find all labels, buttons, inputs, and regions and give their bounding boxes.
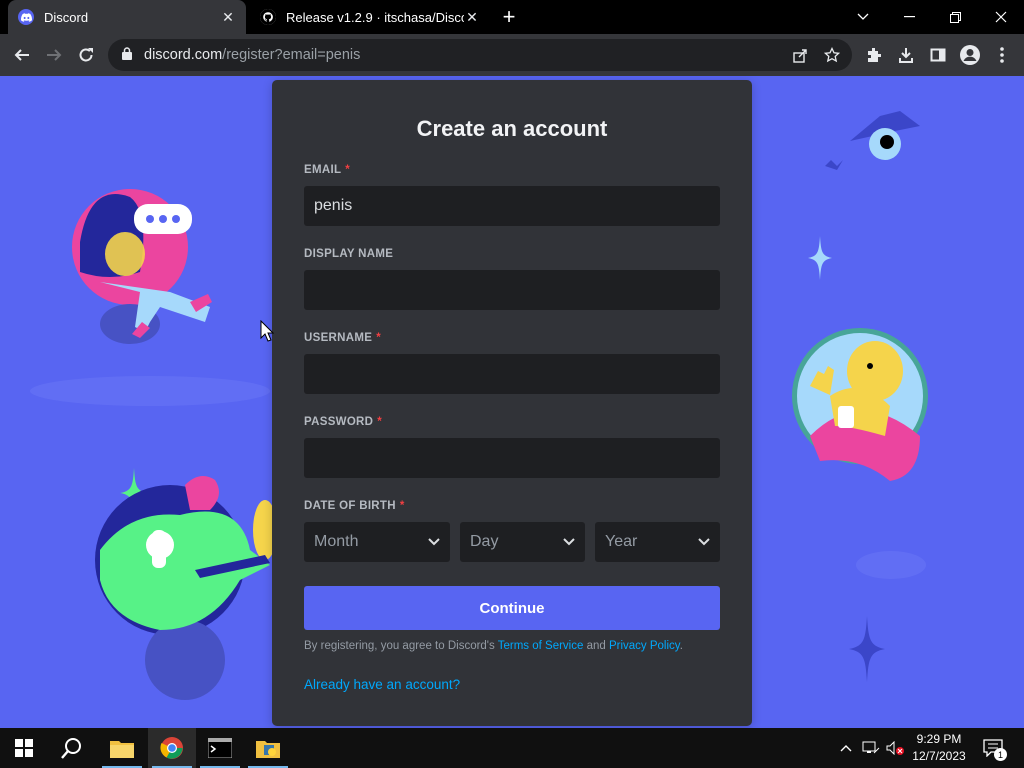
- required-mark: *: [376, 332, 381, 344]
- waving-character-illustration-icon: [792, 328, 928, 481]
- extensions-icon[interactable]: [860, 41, 888, 69]
- clock-date: 12/7/2023: [912, 749, 966, 763]
- tab-search-icon[interactable]: [840, 0, 886, 34]
- share-icon[interactable]: [786, 39, 814, 71]
- url-host: discord.com: [144, 47, 223, 63]
- legal-and: and: [583, 640, 609, 652]
- star-icon[interactable]: [818, 39, 846, 71]
- password-label: PASSWORD *: [304, 416, 382, 428]
- profile-icon[interactable]: [956, 41, 984, 69]
- volume-muted-icon[interactable]: [884, 728, 906, 768]
- restore-icon[interactable]: [932, 0, 978, 34]
- sparkle-icon: [849, 616, 885, 682]
- cloud-decoration: [856, 551, 926, 579]
- display-name-field[interactable]: [304, 270, 720, 310]
- terms-of-service-link[interactable]: Terms of Service: [498, 640, 584, 652]
- continue-button[interactable]: Continue: [304, 586, 720, 630]
- flying-creature-icon: [825, 111, 920, 170]
- person-illustration-icon: [72, 189, 212, 344]
- mouse-cursor-icon: [260, 320, 274, 342]
- system-clock[interactable]: 9:29 PM 12/7/2023: [906, 731, 972, 765]
- side-panel-icon[interactable]: [924, 41, 952, 69]
- required-mark: *: [345, 164, 351, 176]
- github-favicon-icon: [260, 9, 276, 25]
- chevron-down-icon: [563, 538, 575, 546]
- green-creature-illustration-icon: [95, 476, 277, 700]
- address-bar[interactable]: discord.com/register?email=penis: [108, 39, 852, 71]
- chrome-icon[interactable]: [148, 728, 196, 768]
- menu-icon[interactable]: [988, 41, 1016, 69]
- privacy-policy-link[interactable]: Privacy Policy: [609, 640, 680, 652]
- browser-tab-strip: Discord ✕ Release v1.2.9 · itschasa/Disc…: [0, 0, 1024, 34]
- tab-title: Release v1.2.9 · itschasa/Discord: [286, 9, 464, 25]
- email-label: EMAIL *: [304, 164, 350, 176]
- discord-register-page: Create an account EMAIL * penis DISPLAY N…: [0, 76, 1024, 728]
- cloud-decoration: [30, 376, 270, 406]
- password-label-text: PASSWORD: [304, 416, 374, 428]
- back-icon[interactable]: [8, 41, 36, 69]
- login-link[interactable]: Already have an account?: [304, 677, 460, 692]
- notification-count-badge: 1: [994, 748, 1007, 761]
- username-label: USERNAME *: [304, 332, 381, 344]
- file-explorer-icon[interactable]: [98, 728, 146, 768]
- chevron-down-icon: [698, 538, 710, 546]
- required-mark: *: [377, 416, 383, 428]
- legal-prefix: By registering, you agree to Discord's: [304, 640, 498, 652]
- tab-github-release[interactable]: Release v1.2.9 · itschasa/Discord ✕: [250, 0, 490, 34]
- reload-icon[interactable]: [72, 41, 100, 69]
- legal-suffix: .: [679, 640, 683, 652]
- password-field[interactable]: [304, 438, 720, 478]
- clock-time: 9:29 PM: [916, 732, 962, 746]
- register-card: Create an account EMAIL * penis DISPLAY N…: [272, 80, 752, 726]
- network-icon[interactable]: [860, 728, 882, 768]
- day-select[interactable]: Day: [460, 522, 585, 562]
- tab-discord[interactable]: Discord ✕: [8, 0, 246, 34]
- close-tab-icon[interactable]: ✕: [464, 9, 480, 25]
- email-field-value: penis: [314, 197, 353, 214]
- page-title: Create an account: [416, 116, 608, 141]
- month-placeholder: Month: [314, 533, 359, 550]
- download-icon[interactable]: [892, 41, 920, 69]
- year-select[interactable]: Year: [595, 522, 720, 562]
- start-icon[interactable]: [0, 728, 48, 768]
- year-placeholder: Year: [605, 533, 638, 550]
- email-field[interactable]: penis: [304, 186, 720, 226]
- dob-label-text: DATE OF BIRTH: [304, 500, 396, 512]
- search-icon[interactable]: [48, 728, 96, 768]
- legal-text: By registering, you agree to Discord's T…: [304, 640, 720, 652]
- email-label-text: EMAIL: [304, 164, 342, 176]
- required-mark: *: [399, 500, 405, 512]
- display-name-label: DISPLAY NAME: [304, 248, 394, 260]
- lock-icon[interactable]: [122, 46, 136, 64]
- app-icon[interactable]: [244, 728, 292, 768]
- new-tab-button[interactable]: +: [497, 4, 521, 29]
- browser-toolbar: discord.com/register?email=penis: [0, 34, 1024, 76]
- notifications-icon[interactable]: 1: [980, 728, 1007, 768]
- chevron-down-icon: [428, 538, 440, 546]
- show-hidden-icons-icon[interactable]: [836, 728, 856, 768]
- close-tab-icon[interactable]: ✕: [220, 9, 236, 25]
- sparkle-icon: [808, 236, 832, 280]
- month-select[interactable]: Month: [304, 522, 450, 562]
- tab-title: Discord: [44, 9, 89, 25]
- minimize-icon[interactable]: [886, 0, 932, 34]
- username-field[interactable]: [304, 354, 720, 394]
- windows-taskbar: 9:29 PM 12/7/2023 1: [0, 728, 1024, 768]
- close-window-icon[interactable]: [978, 0, 1024, 34]
- terminal-icon[interactable]: [196, 728, 244, 768]
- discord-favicon-icon: [18, 9, 34, 25]
- url-path: /register?email=penis: [222, 47, 361, 63]
- day-placeholder: Day: [470, 533, 499, 550]
- forward-icon[interactable]: [40, 41, 68, 69]
- username-label-text: USERNAME: [304, 332, 373, 344]
- dob-label: DATE OF BIRTH *: [304, 500, 405, 512]
